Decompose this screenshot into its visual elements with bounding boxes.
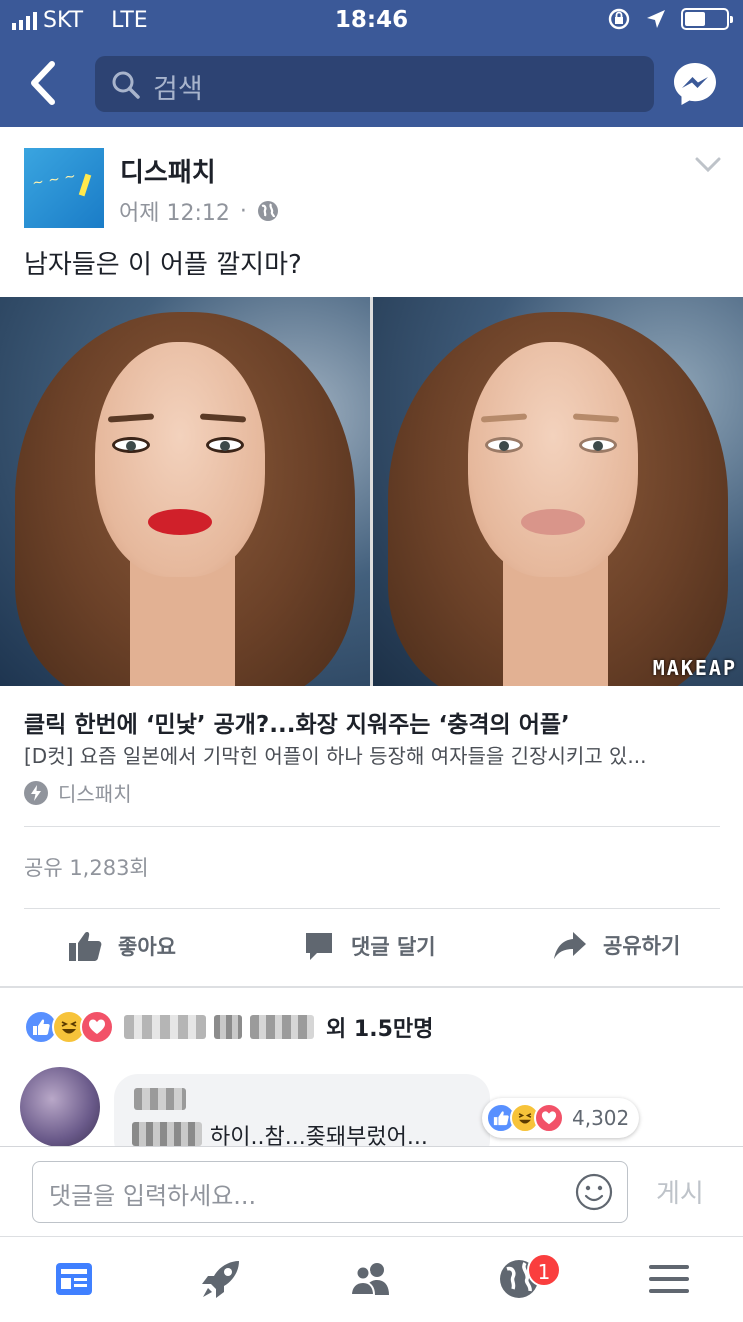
reactions-summary[interactable]: 외 1.5만명	[24, 1010, 433, 1044]
back-arrow-icon[interactable]	[22, 58, 66, 108]
thumbs-up-icon	[69, 932, 102, 961]
messenger-icon[interactable]	[672, 61, 718, 107]
avatar-logo-mark	[78, 173, 92, 197]
section-divider	[0, 986, 743, 988]
post-meta: 어제 12:12 ·	[119, 195, 279, 227]
comment-reactions[interactable]: 4,302	[482, 1098, 640, 1138]
share-label: 공유하기	[603, 934, 681, 958]
post-timestamp[interactable]: 어제 12:12	[119, 195, 230, 227]
divider	[24, 826, 720, 827]
post-text: 남자들은 이 어플 깔지마?	[24, 250, 302, 280]
commenter-name-blurred	[134, 1088, 186, 1110]
news-feed-icon[interactable]	[52, 1257, 96, 1301]
share-count[interactable]: 공유 1,283회	[24, 852, 149, 882]
like-button[interactable]: 좋아요	[68, 930, 176, 962]
friends-icon[interactable]	[349, 1257, 393, 1301]
tab-bar	[0, 1236, 743, 1322]
search-placeholder: 검색	[153, 74, 203, 105]
comment-icon	[306, 933, 332, 960]
page-avatar[interactable]: ~ ~ ~	[24, 148, 104, 228]
search-icon	[112, 71, 140, 99]
status-bar: SKT LTE 18:46	[0, 0, 743, 42]
divider	[24, 908, 720, 909]
love-icon	[80, 1010, 114, 1044]
image-left-panel	[0, 297, 370, 686]
comment-button[interactable]: 댓글 달기	[303, 930, 436, 962]
comment-input[interactable]: 댓글을 입력하세요...	[32, 1161, 628, 1223]
image-watermark: MAKEAP	[652, 656, 737, 680]
battery-icon	[681, 8, 733, 30]
commenter-avatar[interactable]	[20, 1067, 100, 1147]
like-label: 좋아요	[118, 935, 176, 959]
search-input[interactable]: 검색	[95, 56, 654, 112]
comment-placeholder: 댓글을 입력하세요...	[49, 1182, 257, 1210]
navigation-bar: 검색	[0, 42, 743, 127]
image-right-panel: MAKEAP	[373, 297, 743, 686]
reactor-names-blurred	[124, 1015, 314, 1039]
chevron-down-icon[interactable]	[695, 156, 721, 174]
share-button[interactable]: 공유하기	[553, 930, 680, 960]
post-image[interactable]: MAKEAP	[0, 297, 743, 686]
explore-rocket-icon[interactable]	[199, 1257, 243, 1301]
link-source: 디스패치	[24, 778, 132, 807]
page-name[interactable]: 디스패치	[120, 152, 216, 189]
comment-reaction-count: 4,302	[572, 1106, 630, 1130]
top-header: SKT LTE 18:46 검색	[0, 0, 743, 127]
link-description[interactable]: [D컷] 요즘 일본에서 기막힌 어플이 하나 등장해 여자들을 긴장시키고 있…	[24, 740, 724, 769]
commenter-name-blurred	[132, 1122, 202, 1146]
action-bar: 좋아요 댓글 달기 공유하기	[0, 918, 743, 984]
reactions-count-text: 외 1.5만명	[326, 1017, 434, 1042]
comment-composer: 댓글을 입력하세요... 게시	[0, 1146, 743, 1236]
meta-separator: ·	[239, 198, 247, 224]
orientation-lock-icon	[608, 8, 630, 30]
share-arrow-icon	[554, 932, 586, 959]
emoji-icon[interactable]	[575, 1173, 613, 1211]
link-source-name: 디스패치	[58, 782, 132, 806]
post-comment-button[interactable]: 게시	[656, 1173, 704, 1210]
instant-article-icon	[24, 780, 48, 805]
love-icon	[534, 1103, 564, 1133]
globe-icon	[257, 201, 278, 221]
comment-label: 댓글 달기	[351, 935, 436, 959]
notification-badge: 1	[527, 1253, 561, 1287]
menu-icon[interactable]	[647, 1257, 691, 1301]
link-title[interactable]: 클릭 한번에 ‘민낯’ 공개?...화장 지워주는 ‘충격의 어플’	[24, 705, 570, 739]
location-icon	[647, 10, 665, 28]
avatar-logo-scribble: ~ ~ ~	[30, 168, 78, 192]
